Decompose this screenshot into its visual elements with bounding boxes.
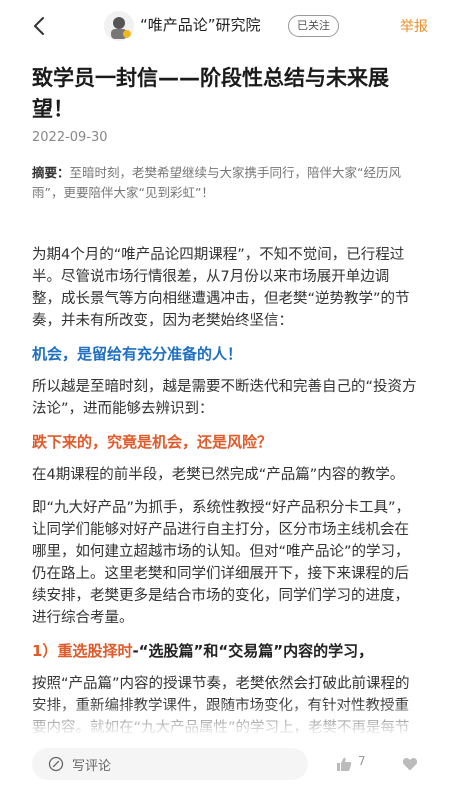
abstract-label: 摘要： (32, 165, 70, 180)
paragraph: 为期4个月的“唯产品论四期课程”，不知不觉间，已行程过半。尽管说市场行情很差，从… (32, 247, 410, 329)
thumbs-up-icon[interactable] (336, 756, 352, 772)
follow-button[interactable]: 已关注 (288, 15, 339, 37)
paragraph: 所以越是至暗时刻，越是需要不断迭代和完善自己的“投资方法论”，进而能够去辨识到： (32, 379, 417, 417)
fade-overlay (0, 700, 450, 736)
chevron-left-icon[interactable] (28, 14, 52, 38)
paragraph: 即“九大好产品”为抓手，系统性教授“好产品积分卡工具”，让同学们能够对好产品进行… (32, 500, 411, 626)
like-count: 7 (358, 754, 366, 768)
heart-icon[interactable] (402, 756, 418, 772)
paragraph: 在4期课程的前半段，老樊已然完成“产品篇”内容的教学。 (32, 467, 405, 483)
article-date: 2022-09-30 (32, 130, 108, 145)
highlight-heading: 跌下来的，究竟是机会，还是风险？ (32, 433, 273, 451)
bottom-action-bar: 写评论 7 (0, 700, 450, 800)
abstract-text: 至暗时刻，老樊希望继续与大家携手同行，陪伴大家“经历风雨”，更要陪伴大家“见到彩… (32, 165, 401, 200)
report-button[interactable]: 举报 (400, 16, 428, 36)
article-abstract: 摘要：至暗时刻，老樊希望继续与大家携手同行，陪伴大家“经历风雨”，更要陪伴大家“… (32, 163, 418, 203)
top-nav-bar: “唯产品论”研究院 已关注 举报 (0, 0, 450, 52)
highlight-heading: 机会，是留给有充分准备的人！ (32, 345, 243, 363)
author-name[interactable]: “唯产品论”研究院 (140, 14, 261, 35)
section-keyword: 重选股择时 (57, 642, 133, 660)
section-number: 1） (32, 642, 58, 660)
section-rest: -“选股篇”和“交易篇”内容的学习， (132, 642, 374, 660)
comment-placeholder: 写评论 (72, 759, 112, 774)
author-avatar[interactable] (104, 11, 134, 41)
pen-icon (48, 756, 64, 772)
comment-input[interactable]: 写评论 (32, 748, 308, 780)
article-title: 致学员一封信——阶段性总结与未来展望！ (32, 66, 389, 121)
section-heading: 1）重选股择时-“选股篇”和“交易篇”内容的学习， (32, 640, 418, 662)
